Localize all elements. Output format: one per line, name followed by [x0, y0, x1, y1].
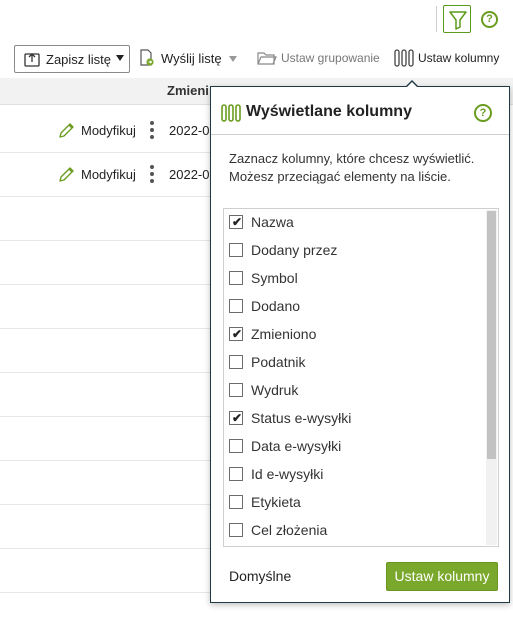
panel-title: Wyświetlane kolumny [246, 103, 412, 120]
column-option[interactable]: Cel złożenia [229, 522, 479, 542]
save-list-label: Zapisz listę [46, 52, 112, 67]
column-checkbox[interactable] [229, 523, 243, 537]
column-checkbox[interactable] [229, 467, 243, 481]
filter-button[interactable] [443, 5, 471, 33]
column-checkbox[interactable]: ✔ [229, 215, 243, 229]
top-divider [436, 6, 437, 32]
filter-icon [449, 11, 467, 30]
column-checkbox[interactable] [229, 355, 243, 369]
column-option-label: Dodano [251, 298, 301, 314]
chevron-down-icon [229, 56, 237, 62]
column-option[interactable]: Podatnik [229, 354, 479, 374]
column-header-changed[interactable]: Zmieni [167, 83, 209, 98]
default-columns-link[interactable]: Domyślne [229, 568, 291, 584]
column-checkbox[interactable] [229, 243, 243, 257]
help-icon[interactable]: ? [481, 11, 498, 28]
modify-label: Modyfikuj [81, 123, 136, 138]
chevron-down-icon [116, 55, 124, 61]
panel-pointer-inner [406, 82, 418, 88]
checkmark-icon: ✔ [232, 327, 243, 341]
column-checkbox[interactable]: ✔ [229, 411, 243, 425]
column-option-label: Zmieniono [251, 326, 317, 342]
more-options-icon[interactable] [150, 165, 154, 186]
help-icon[interactable]: ? [474, 104, 492, 122]
checkmark-icon: ✔ [232, 215, 243, 229]
column-option[interactable]: ✔ Nazwa [229, 214, 479, 234]
pencil-icon [58, 165, 76, 186]
column-option[interactable]: Etykieta [229, 494, 479, 514]
column-option[interactable]: Dodano [229, 298, 479, 318]
panel-description-line2: Możesz przeciągać elementy na liście. [229, 169, 451, 184]
row-divider [0, 592, 210, 593]
row-divider [0, 284, 210, 285]
set-grouping-label: Ustaw grupowanie [281, 51, 380, 65]
columns-icon [221, 104, 241, 125]
row-divider [0, 328, 210, 329]
panel-description-line1: Zaznacz kolumny, które chcesz wyświetlić… [229, 151, 475, 166]
row-divider [0, 504, 210, 505]
row-divider [0, 460, 210, 461]
save-list-button[interactable]: Zapisz listę [14, 45, 130, 73]
folder-icon [257, 50, 277, 69]
column-option-label: Status e-wysyłki [251, 410, 352, 426]
column-option[interactable]: Wydruk [229, 382, 479, 402]
column-checkbox[interactable]: ✔ [229, 327, 243, 341]
row-divider [0, 548, 210, 549]
column-option-label: Etykieta [251, 494, 301, 510]
upload-icon [24, 51, 40, 70]
checkmark-icon: ✔ [232, 411, 243, 425]
send-list-label: Wyślij listę [161, 51, 222, 66]
column-checkbox[interactable] [229, 495, 243, 509]
column-option-label: Nazwa [251, 214, 294, 230]
column-option-label: Id e-wysyłki [251, 466, 324, 482]
scrollbar-thumb[interactable] [487, 211, 496, 459]
column-checkbox[interactable] [229, 271, 243, 285]
column-checkbox[interactable] [229, 439, 243, 453]
column-checkbox[interactable] [229, 383, 243, 397]
set-columns-label: Ustaw kolumny [418, 51, 500, 65]
column-option[interactable]: Symbol [229, 270, 479, 290]
row-divider [0, 152, 210, 153]
column-option-label: Cel złożenia [251, 522, 328, 538]
column-option-label: Wydruk [251, 382, 299, 398]
send-document-icon [139, 49, 155, 70]
panel-divider [211, 134, 509, 135]
column-option[interactable]: Id e-wysyłki [229, 466, 479, 486]
modify-label: Modyfikuj [81, 167, 136, 182]
column-checkbox[interactable] [229, 299, 243, 313]
column-option[interactable]: ✔ Zmieniono [229, 326, 479, 346]
row-divider [0, 416, 210, 417]
row-divider [0, 240, 210, 241]
column-option-label: Data e-wysyłki [251, 438, 342, 454]
column-option-label: Dodany przez [251, 242, 338, 258]
row-divider [0, 372, 210, 373]
row-divider [0, 196, 210, 197]
more-options-icon[interactable] [150, 121, 154, 142]
apply-columns-button[interactable]: Ustaw kolumny [386, 562, 498, 591]
column-option-label: Podatnik [251, 354, 306, 370]
column-option[interactable]: Dodany przez [229, 242, 479, 262]
column-option-label: Symbol [251, 270, 298, 286]
date-cell: 2022-02 [169, 123, 210, 138]
pencil-icon [58, 121, 76, 142]
columns-icon [394, 49, 414, 70]
column-option[interactable]: ✔ Status e-wysyłki [229, 410, 479, 430]
column-option[interactable]: Data e-wysyłki [229, 438, 479, 458]
date-cell: 2022-02 [169, 167, 210, 182]
